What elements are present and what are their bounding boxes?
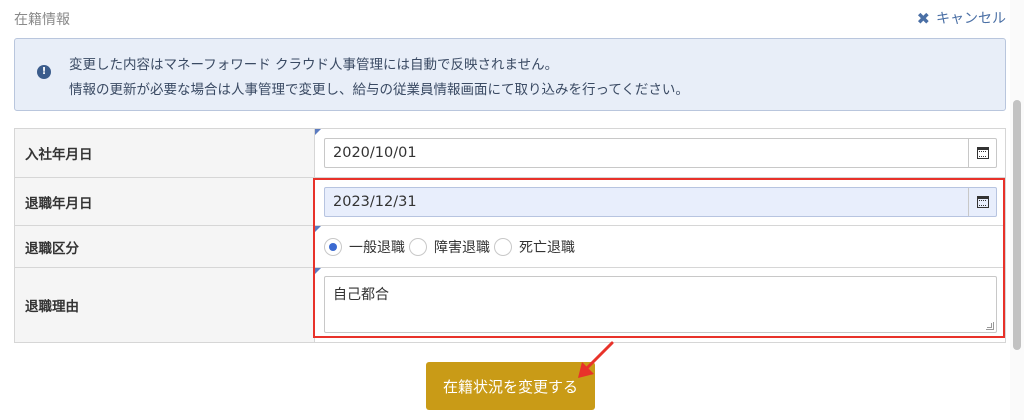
- join-date-value: 2020/10/01: [333, 145, 417, 161]
- radio-option-death[interactable]: 死亡退職: [494, 237, 575, 257]
- edit-marker-icon: [315, 268, 321, 274]
- radio-checked-icon: [324, 238, 342, 256]
- edit-marker-icon: [315, 226, 321, 232]
- section-title: 在籍情報: [14, 12, 70, 28]
- radio-label-disability: 障害退職: [434, 240, 490, 256]
- radio-unchecked-icon: [494, 238, 512, 256]
- notice-line-1: 変更した内容はマネーフォワード クラウド人事管理には自動で反映されません。: [69, 57, 559, 73]
- edit-marker-icon: [315, 129, 321, 135]
- retire-reason-value: 自己都合: [333, 287, 389, 303]
- retire-date-row: 退職年月日 2023/12/31: [15, 177, 1005, 225]
- scrollbar[interactable]: [1010, 0, 1024, 420]
- close-icon: ✖: [916, 8, 930, 28]
- join-date-row: 入社年月日 2020/10/01: [15, 129, 1005, 177]
- employment-form: 入社年月日 2020/10/01 退職年月日 2023/12/31 退職区分 一: [14, 128, 1006, 343]
- radio-option-disability[interactable]: 障害退職: [409, 237, 490, 257]
- change-status-button[interactable]: 在籍状況を変更する: [426, 362, 595, 410]
- radio-label-death: 死亡退職: [519, 240, 575, 256]
- exclamation-circle-icon: !: [37, 65, 51, 79]
- resize-grip-icon[interactable]: [986, 322, 994, 330]
- cancel-label: キャンセル: [936, 11, 1006, 27]
- calendar-button[interactable]: [968, 188, 996, 216]
- retire-reason-label: 退職理由: [15, 268, 315, 342]
- calendar-icon: [976, 196, 989, 208]
- notice-line-2: 情報の更新が必要な場合は人事管理で変更し、給与の従業員情報画面にて取り込みを行っ…: [69, 82, 689, 98]
- calendar-button[interactable]: [968, 139, 996, 167]
- cancel-link[interactable]: ✖ キャンセル: [917, 8, 1006, 28]
- retire-reason-row: 退職理由 自己都合: [15, 267, 1005, 342]
- retire-type-radio-group: 一般退職 障害退職 死亡退職: [324, 237, 579, 257]
- info-notice: ! 変更した内容はマネーフォワード クラウド人事管理には自動で反映されません。 …: [14, 38, 1006, 111]
- radio-option-general[interactable]: 一般退職: [324, 237, 405, 257]
- calendar-icon: [976, 147, 989, 159]
- retire-type-row: 退職区分 一般退職 障害退職 死亡退職: [15, 225, 1005, 267]
- retire-date-input[interactable]: 2023/12/31: [324, 187, 997, 217]
- retire-date-label: 退職年月日: [15, 178, 315, 225]
- join-date-label: 入社年月日: [15, 129, 315, 177]
- radio-unchecked-icon: [409, 238, 427, 256]
- retire-reason-textarea[interactable]: 自己都合: [324, 276, 997, 333]
- retire-type-label: 退職区分: [15, 226, 315, 267]
- retire-date-value: 2023/12/31: [333, 194, 417, 210]
- join-date-input[interactable]: 2020/10/01: [324, 138, 997, 168]
- scrollbar-thumb[interactable]: [1013, 100, 1021, 350]
- radio-label-general: 一般退職: [349, 240, 405, 256]
